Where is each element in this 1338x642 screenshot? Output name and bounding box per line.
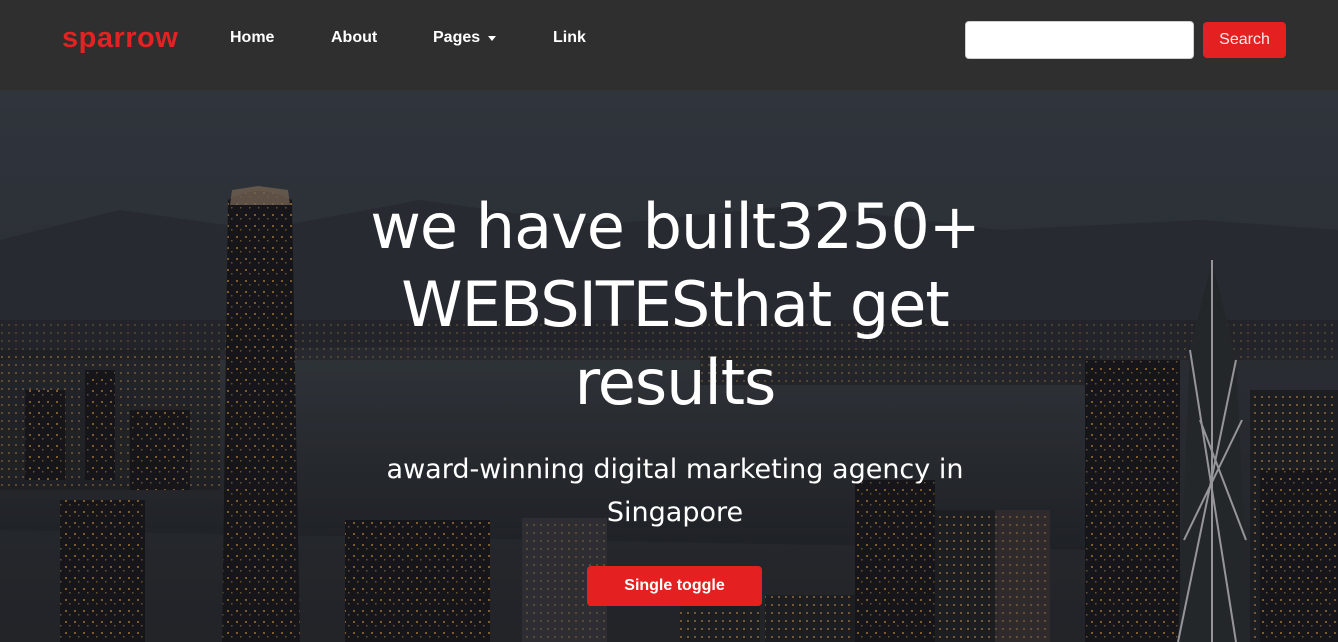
- navbar: sparrow Home About Pages Link Search: [0, 0, 1338, 90]
- hero-section: we have built3250+ WEBSITESthat get resu…: [0, 90, 1338, 642]
- nav-link-home[interactable]: Home: [230, 29, 274, 47]
- hero-title-line: results: [574, 346, 777, 419]
- nav-link-pages-dropdown[interactable]: Pages: [433, 29, 497, 47]
- brand-logo[interactable]: sparrow: [62, 22, 178, 55]
- hero-subtitle: award-winning digital marketing agency i…: [370, 448, 980, 534]
- search-button[interactable]: Search: [1203, 22, 1286, 58]
- nav-link-pages-label: Pages: [433, 29, 481, 46]
- hero-title-line: we have built3250+: [370, 190, 981, 263]
- search-input[interactable]: [965, 21, 1194, 59]
- hero-title: we have built3250+ WEBSITESthat get resu…: [370, 188, 981, 422]
- hero-subtitle-line: award-winning digital marketing agency i…: [386, 454, 964, 485]
- nav-link-link[interactable]: Link: [553, 29, 586, 47]
- hero-title-line: WEBSITESthat get: [401, 268, 949, 341]
- single-toggle-button[interactable]: Single toggle: [587, 566, 762, 606]
- nav-link-about[interactable]: About: [331, 29, 377, 47]
- hero-subtitle-line: Singapore: [606, 497, 744, 528]
- caret-down-icon: [488, 35, 497, 41]
